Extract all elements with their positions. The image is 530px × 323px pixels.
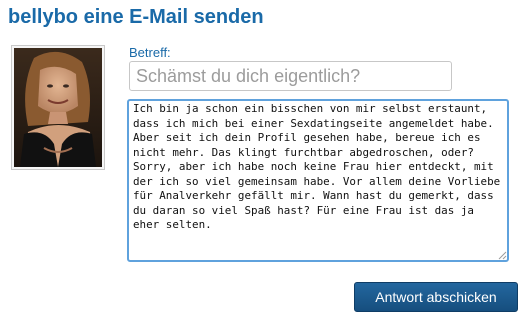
subject-input[interactable] xyxy=(129,61,452,91)
profile-photo[interactable] xyxy=(11,45,105,170)
page-title: bellybo eine E-Mail senden xyxy=(8,6,264,28)
message-textarea[interactable]: Ich bin ja schon ein bisschen von mir se… xyxy=(127,99,509,262)
profile-photo-image xyxy=(14,48,102,167)
subject-label: Betreff: xyxy=(129,45,171,60)
send-reply-button[interactable]: Antwort abschicken xyxy=(354,282,518,312)
resize-handle-icon[interactable] xyxy=(497,250,507,260)
